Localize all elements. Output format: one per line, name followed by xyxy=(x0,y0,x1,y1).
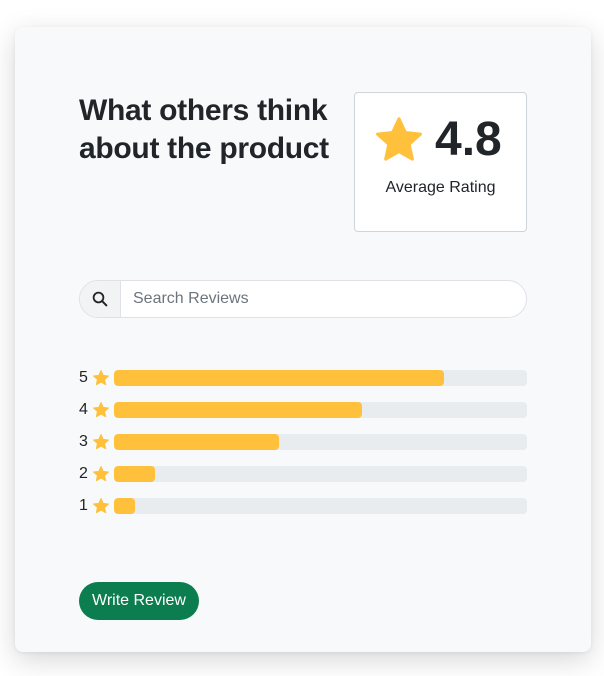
rating-row-3[interactable]: 3 xyxy=(79,430,527,454)
star-icon xyxy=(376,117,422,161)
average-rating-value: 4.8 xyxy=(435,113,502,166)
rating-summary: 4.8 xyxy=(373,112,502,168)
rating-bar-track xyxy=(114,402,527,418)
star-icon xyxy=(93,402,109,418)
rating-bar-fill xyxy=(114,370,445,386)
rating-bar-track xyxy=(114,370,527,386)
search-icon xyxy=(92,291,108,307)
rating-bar-fill xyxy=(114,434,280,450)
page-title: What others think about the product xyxy=(79,94,329,165)
rating-row-label: 2 xyxy=(79,465,88,482)
rating-bar-fill xyxy=(114,466,156,482)
rating-row-2[interactable]: 2 xyxy=(79,462,527,486)
search-bar xyxy=(79,280,527,318)
rating-row-label: 5 xyxy=(79,369,88,386)
rating-bar-track xyxy=(114,466,527,482)
average-rating-label: Average Rating xyxy=(385,179,496,196)
average-rating-box: 4.8 Average Rating xyxy=(354,92,527,232)
rating-bar-track xyxy=(114,498,527,514)
rating-row-label: 1 xyxy=(79,497,88,514)
rating-row-5[interactable]: 5 xyxy=(79,366,527,390)
reviews-card: What others think about the product 4.8 … xyxy=(15,27,591,652)
rating-bar-fill xyxy=(114,498,135,514)
rating-bar-track xyxy=(114,434,527,450)
star-icon xyxy=(93,370,109,386)
rating-row-label: 3 xyxy=(79,433,88,450)
rating-bar-fill xyxy=(114,402,362,418)
star-icon xyxy=(93,498,109,514)
rating-row-label: 4 xyxy=(79,401,88,418)
search-button[interactable] xyxy=(80,281,121,317)
rating-row-4[interactable]: 4 xyxy=(79,398,527,422)
star-icon xyxy=(93,434,109,450)
search-input[interactable] xyxy=(121,282,526,316)
write-review-button[interactable]: Write Review xyxy=(79,582,199,620)
rating-row-1[interactable]: 1 xyxy=(79,494,527,518)
star-icon xyxy=(93,466,109,482)
